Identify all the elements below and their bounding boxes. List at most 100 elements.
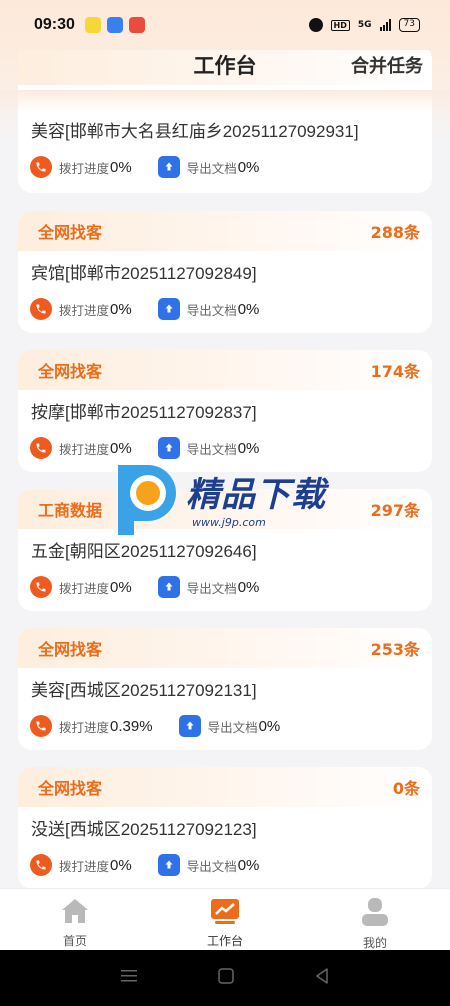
card-count: 297条	[370, 501, 420, 520]
task-card[interactable]: 全网找客 0条 没送[西城区20251127092123] 拨打进度 0% 导出…	[18, 767, 432, 888]
tab-workbench[interactable]: 工作台	[150, 889, 300, 950]
notification-app-icon	[84, 17, 101, 33]
home-button-icon[interactable]	[217, 967, 235, 989]
card-title: 没送[西城区20251127092123]	[31, 820, 257, 839]
export-value: 0%	[258, 717, 281, 735]
card-header: 全网找客 0条	[18, 767, 432, 807]
status-app-icons	[84, 17, 145, 33]
card-footer: 拨打进度 0% 导出文档 0%	[18, 428, 432, 459]
export-value: 0%	[237, 300, 260, 318]
card-footer: 拨打进度 0% 导出文档 0%	[18, 845, 432, 876]
upload-icon	[157, 437, 180, 459]
tab-workbench-label: 工作台	[206, 934, 243, 948]
export-value: 0%	[237, 856, 260, 874]
export-label: 导出文档	[186, 580, 237, 596]
user-icon	[360, 897, 390, 931]
phone-icon	[30, 854, 52, 876]
card-count: 288条	[370, 223, 420, 242]
watermark-title: 精品下载	[186, 475, 326, 515]
workbench-chart-icon	[209, 897, 241, 929]
watermark-logo-icon	[110, 459, 180, 537]
watermark: 精品下载 www.j9p.com	[110, 458, 360, 538]
dial-progress[interactable]: 拨打进度 0.39%	[30, 715, 153, 737]
hd-badge: HD	[330, 19, 350, 31]
card-footer: 拨打进度 0% 导出文档 0%	[18, 567, 432, 598]
upload-icon	[157, 576, 180, 598]
export-document[interactable]: 导出文档 0%	[157, 437, 260, 459]
phone-icon	[30, 156, 52, 178]
card-footer: 拨打进度 0.39% 导出文档 0%	[18, 706, 432, 737]
card-title: 美容[西城区20251127092131]	[31, 681, 257, 700]
dial-value: 0.39%	[110, 717, 153, 735]
dial-value: 0%	[110, 300, 132, 318]
dial-value: 0%	[110, 439, 132, 457]
phone-icon	[30, 437, 52, 459]
upload-icon	[157, 156, 180, 178]
card-header: 全网找客 174条	[18, 350, 432, 390]
dial-label: 拨打进度	[59, 858, 110, 874]
export-document[interactable]: 导出文档 0%	[157, 854, 260, 876]
export-label: 导出文档	[186, 160, 237, 176]
signal-icon	[379, 19, 391, 31]
home-icon	[60, 897, 90, 929]
export-value: 0%	[237, 158, 260, 176]
page-header: 工作台 合并任务	[0, 40, 450, 90]
task-card[interactable]: 全网找客 288条 宾馆[邯郸市20251127092849] 拨打进度 0% …	[18, 211, 432, 333]
dial-label: 拨打进度	[59, 302, 110, 318]
export-label: 导出文档	[186, 302, 237, 318]
upload-icon	[157, 298, 180, 320]
export-label: 导出文档	[186, 858, 237, 874]
dial-progress[interactable]: 拨打进度 0%	[30, 576, 132, 598]
dial-value: 0%	[110, 856, 132, 874]
export-value: 0%	[237, 439, 260, 457]
export-document[interactable]: 导出文档 0%	[157, 156, 260, 178]
bottom-tab-bar: 首页 工作台 我的	[0, 888, 450, 950]
phone-icon	[30, 298, 52, 320]
dial-progress[interactable]: 拨打进度 0%	[30, 437, 132, 459]
card-tag: 全网找客	[38, 362, 103, 381]
task-card[interactable]: 全网找客 174条 按摩[邯郸市20251127092837] 拨打进度 0% …	[18, 350, 432, 472]
card-tag: 全网找客	[38, 223, 103, 242]
export-document[interactable]: 导出文档 0%	[178, 715, 281, 737]
export-document[interactable]: 导出文档 0%	[157, 298, 260, 320]
phone-icon	[30, 715, 52, 737]
phone-icon	[30, 576, 52, 598]
export-label: 导出文档	[207, 719, 258, 735]
card-tag: 全网找客	[38, 779, 103, 798]
export-document[interactable]: 导出文档 0%	[157, 576, 260, 598]
header-fade	[0, 90, 450, 112]
card-header: 全网找客 253条	[18, 628, 432, 668]
card-count: 253条	[370, 640, 420, 659]
card-footer: 拨打进度 0% 导出文档 0%	[18, 289, 432, 320]
card-tag: 工商数据	[38, 501, 103, 520]
dial-value: 0%	[110, 578, 132, 596]
dial-progress[interactable]: 拨打进度 0%	[30, 854, 132, 876]
tab-mine-label: 我的	[362, 936, 387, 950]
baidu-icon	[106, 17, 123, 33]
upload-icon	[178, 715, 201, 737]
upload-icon	[157, 854, 180, 876]
tab-home[interactable]: 首页	[0, 889, 150, 950]
dial-label: 拨打进度	[59, 441, 110, 457]
back-icon[interactable]	[314, 967, 330, 989]
task-card[interactable]: 全网找客 253条 美容[西城区20251127092131] 拨打进度 0.3…	[18, 628, 432, 750]
tab-home-label: 首页	[62, 934, 87, 948]
dial-progress[interactable]: 拨打进度 0%	[30, 156, 132, 178]
tab-mine[interactable]: 我的	[300, 889, 450, 950]
dial-value: 0%	[110, 158, 132, 176]
battery-icon: 73	[398, 18, 420, 32]
card-count: 174条	[370, 362, 420, 381]
card-tag: 全网找客	[38, 640, 103, 659]
page-title: 工作台	[193, 54, 257, 78]
status-time: 09:30	[34, 16, 75, 33]
weibo-icon	[128, 17, 145, 33]
network-label: 5G	[357, 20, 372, 30]
menu-icon[interactable]	[120, 968, 138, 988]
alarm-icon	[308, 18, 323, 32]
export-value: 0%	[237, 578, 260, 596]
card-footer: 拨打进度 0% 导出文档 0%	[18, 147, 432, 178]
merge-tasks-button[interactable]: 合并任务	[351, 52, 423, 78]
dial-progress[interactable]: 拨打进度 0%	[30, 298, 132, 320]
card-title: 按摩[邯郸市20251127092837]	[31, 403, 257, 422]
card-count: 0条	[392, 779, 420, 798]
